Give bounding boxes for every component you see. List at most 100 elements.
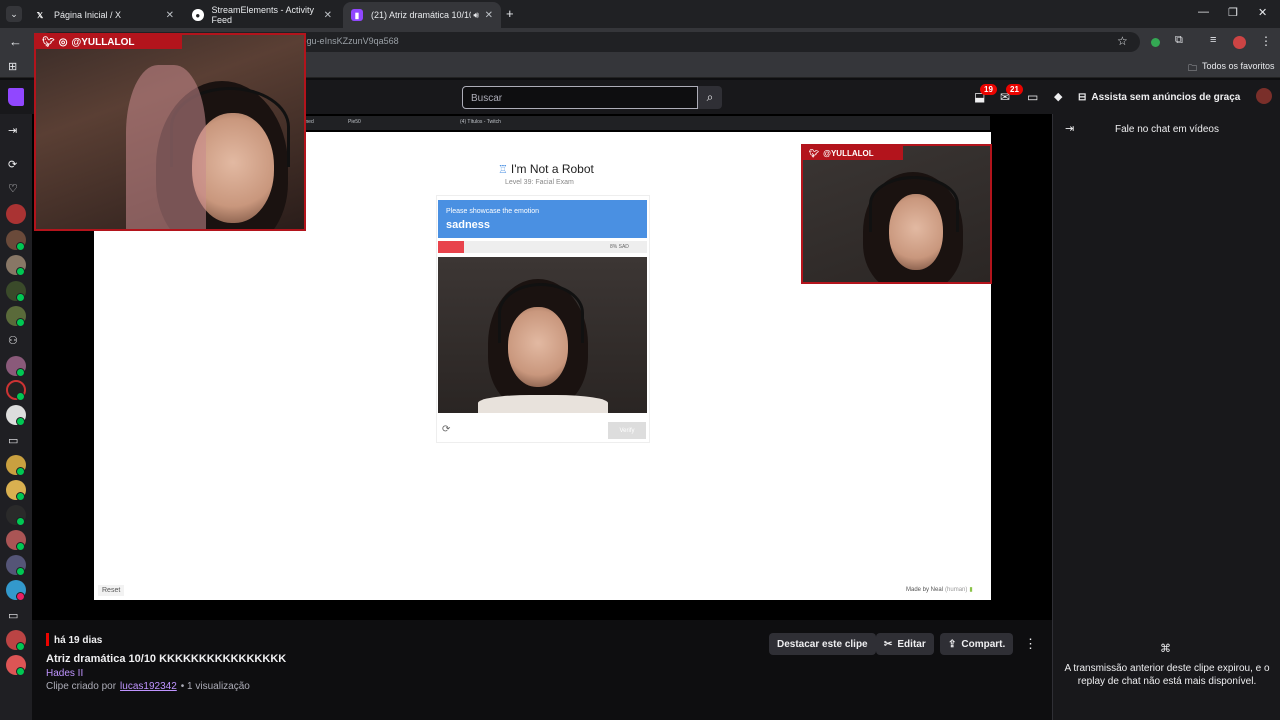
reset-button[interactable]: Reset [98,585,125,596]
live-dot [16,392,25,401]
live-dot [16,517,25,526]
edit-button[interactable]: ✂ Editar [876,633,934,655]
expand-sidebar-icon[interactable]: ⇥ [8,124,17,137]
close-icon[interactable]: ✕ [324,10,332,21]
user-avatar[interactable] [1256,88,1272,104]
ad-free-icon: ⊟ [1078,91,1087,103]
media-control-icon[interactable]: ≡ [1210,34,1216,46]
captcha-emotion: sadness [446,219,491,231]
minimize-icon[interactable]: — [1198,6,1209,18]
twitter-icon: 🐦︎ [42,36,55,48]
new-tab-button[interactable]: + [506,6,514,21]
x-logo-icon: 𝕏 [36,10,44,20]
camera-icon[interactable]: ▭ [8,434,18,447]
extension-green-icon[interactable] [1151,38,1160,47]
all-bookmarks-folder[interactable]: 🗀︎ Todos os favoritos [1188,61,1275,77]
credit-sub: (human) [945,586,968,593]
ad-free-label: Assista sem anúncios de graça [1091,91,1241,103]
captcha-header: Please showcase the emotion sadness [438,200,647,238]
headset-shape [498,283,584,343]
share-label: Compart. [961,638,1006,650]
live-dot [16,293,25,302]
headset-shape [869,176,959,232]
scissors-icon: ✂ [884,638,893,650]
clip-game-link[interactable]: Hades II [46,668,83,679]
view-count: • 1 visualização [180,681,250,692]
webcam-handle-tag: 🐦︎ ◎ @YULLALOL [36,35,182,49]
stream-tab: Pie50 [348,119,361,125]
live-dot [16,592,25,601]
heart-icon[interactable]: ♡ [8,182,18,195]
chat-header: Fale no chat em vídeos [1115,124,1219,135]
camera-icon[interactable]: ▭ [8,609,18,622]
extensions-icon[interactable]: ⧉ [1175,34,1183,47]
search-button[interactable]: ⌕ [698,86,722,109]
credit-label: Made by Neal [906,586,944,593]
close-icon[interactable]: ✕ [166,10,174,21]
live-dot [16,467,25,476]
webcam-handle: @YULLALOL [823,148,874,158]
refresh-icon[interactable]: ⟳ [442,424,450,435]
speaker-icon[interactable]: 🔊︎ [473,10,479,21]
close-window-icon[interactable]: ✕ [1258,6,1267,19]
live-dot [16,417,25,426]
all-bookmarks-label: Todos os favoritos [1202,61,1275,71]
tab-label: (21) Atriz dramática 10/10 I [371,10,471,20]
robot-icon: ♖ [498,163,508,176]
live-dot [16,368,25,377]
apps-icon[interactable]: ⊞ [8,60,17,73]
twitch-logo-icon[interactable] [8,88,24,106]
live-dot [16,318,25,327]
close-icon[interactable]: ✕ [485,10,493,21]
inbox-count-badge: 19 [980,84,997,95]
search-input[interactable]: Buscar [462,86,698,109]
instagram-icon: ◎ [58,36,68,48]
feature-clip-label: Destacar este clipe [777,638,868,650]
prime-crown-icon[interactable]: ◆ [1054,90,1062,103]
creator-link[interactable]: lucas192342 [120,681,177,692]
menu-icon[interactable]: ⋮ [1260,34,1272,48]
clip-age-marker [46,633,49,646]
captcha-webcam-image [438,257,647,413]
tab-search-icon[interactable]: ⌄ [6,6,22,22]
live-dot [16,567,25,576]
webcam-overlay-inner: 🐦︎ @YULLALOL [801,144,992,284]
restore-icon[interactable]: ❐ [1228,6,1238,19]
credit-text: Made by Neal (human) ▮ [906,586,973,594]
whispers-icon[interactable]: ▭ [1027,90,1038,104]
add-friend-icon[interactable]: ⚇ [8,334,18,347]
share-button[interactable]: ⇪ Compart. [940,633,1014,655]
tab-streamelements[interactable]: ● StreamElements - Activity Feed ✕ [184,2,340,28]
recommended-icon[interactable]: ⟳ [8,158,17,171]
stream-tab: (4) Títulos - Twitch [460,119,501,125]
edit-label: Editar [897,638,926,650]
live-dot [16,267,25,276]
shirt-shape [478,395,608,413]
feature-clip-button[interactable]: Destacar este clipe [769,633,876,655]
more-options-icon[interactable]: ⋮ [1024,636,1037,652]
captcha-subtitle: Level 39: Facial Exam [505,179,574,186]
browser-tab-strip: ⌄ 𝕏 Página Inicial / X ✕ ● StreamElement… [0,0,1280,28]
tab-twitch-clip[interactable]: ▮ (21) Atriz dramática 10/10 I 🔊︎ ✕ [343,2,501,28]
channel-avatar[interactable] [6,204,26,224]
captcha-instruction: Please showcase the emotion [446,208,539,215]
live-dot [16,667,25,676]
followed-channels-sidebar: ⇥ ⟳ ♡ ⚇ ▭ ▭ [0,114,32,720]
webcam-handle: @YULLALOL [71,36,135,48]
star-icon[interactable]: ☆ [1117,34,1128,48]
back-icon[interactable]: ← [9,34,22,49]
verify-button[interactable]: Verify [608,422,646,439]
twitter-icon: 🐦︎ [809,148,820,158]
chair-shape [126,65,206,229]
stream-browser-tabs: med Pie50 (4) Títulos - Twitch [300,116,990,130]
clip-title: Atriz dramática 10/10 KKKKKKKKKKKKKKKK [46,653,287,665]
tab-x-home[interactable]: 𝕏 Página Inicial / X ✕ [26,2,182,28]
notif-count-badge: 21 [1006,84,1023,95]
webcam-overlay-main: 🐦︎ ◎ @YULLALOL [34,33,306,231]
chat-expired-message: A transmissão anterior deste clipe expir… [1064,663,1270,687]
twitch-icon: ▮ [351,9,363,21]
tab-label: StreamElements - Activity Feed [211,5,315,25]
profile-avatar[interactable] [1233,36,1246,49]
ad-free-button[interactable]: ⊟ Assista sem anúncios de graça [1078,86,1240,108]
tab-label: Página Inicial / X [54,10,122,20]
